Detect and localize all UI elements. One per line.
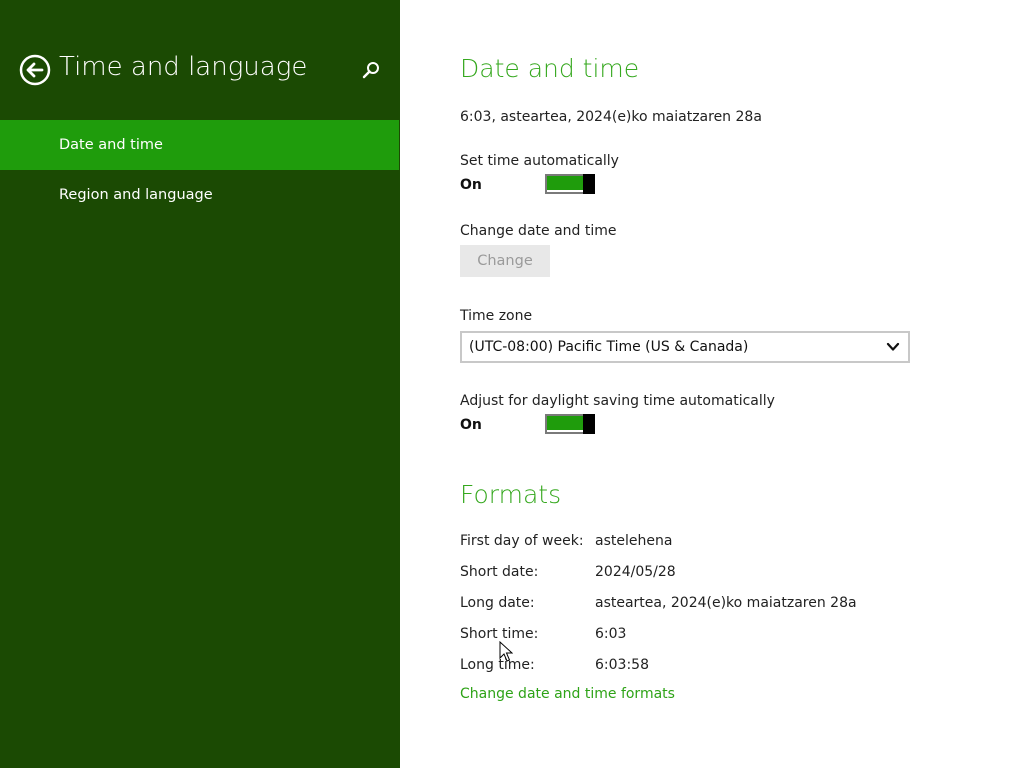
time-zone-select[interactable]: (UTC-08:00) Pacific Time (US & Canada)	[460, 331, 910, 363]
sidebar-item-date-and-time[interactable]: Date and time	[0, 120, 399, 170]
toggle-thumb	[583, 414, 595, 434]
dst-state: On	[460, 417, 482, 433]
chevron-down-icon	[886, 342, 900, 351]
set-time-auto-label: Set time automatically	[460, 153, 619, 169]
dst-toggle[interactable]	[545, 414, 595, 434]
format-label: Short date:	[460, 564, 539, 580]
set-time-auto-toggle[interactable]	[545, 174, 595, 194]
format-value: astelehena	[595, 533, 673, 549]
toggle-fill	[547, 176, 583, 190]
format-value: asteartea, 2024(e)ko maiatzaren 28a	[595, 595, 857, 611]
sidebar: Time and language Date and time Region a…	[0, 0, 400, 768]
change-formats-link[interactable]: Change date and time formats	[460, 686, 675, 702]
section-title-date-and-time: Date and time	[460, 54, 640, 83]
toggle-thumb	[583, 174, 595, 194]
set-time-auto-state: On	[460, 177, 482, 193]
sidebar-item-label: Region and language	[59, 187, 213, 203]
dst-label: Adjust for daylight saving time automati…	[460, 393, 775, 409]
sidebar-title: Time and language	[59, 52, 308, 82]
main-content: Date and time 6:03, asteartea, 2024(e)ko…	[400, 0, 1024, 768]
current-date-time: 6:03, asteartea, 2024(e)ko maiatzaren 28…	[460, 109, 762, 125]
time-zone-value: (UTC-08:00) Pacific Time (US & Canada)	[469, 339, 749, 355]
search-button[interactable]	[360, 60, 382, 82]
format-label: Short time:	[460, 626, 539, 642]
time-zone-label: Time zone	[460, 308, 533, 324]
change-date-time-label: Change date and time	[460, 223, 617, 239]
search-icon	[362, 62, 379, 79]
change-button[interactable]: Change	[460, 245, 550, 277]
format-value: 6:03	[595, 626, 627, 642]
format-value: 2024/05/28	[595, 564, 676, 580]
back-button[interactable]	[19, 54, 51, 86]
sidebar-item-label: Date and time	[59, 137, 163, 153]
format-label: First day of week:	[460, 533, 584, 549]
format-value: 6:03:58	[595, 657, 649, 673]
sidebar-item-region-and-language[interactable]: Region and language	[0, 170, 399, 220]
format-label: Long time:	[460, 657, 535, 673]
format-label: Long date:	[460, 595, 535, 611]
back-arrow-icon	[19, 54, 51, 86]
toggle-fill	[547, 416, 583, 430]
section-title-formats: Formats	[460, 480, 562, 509]
